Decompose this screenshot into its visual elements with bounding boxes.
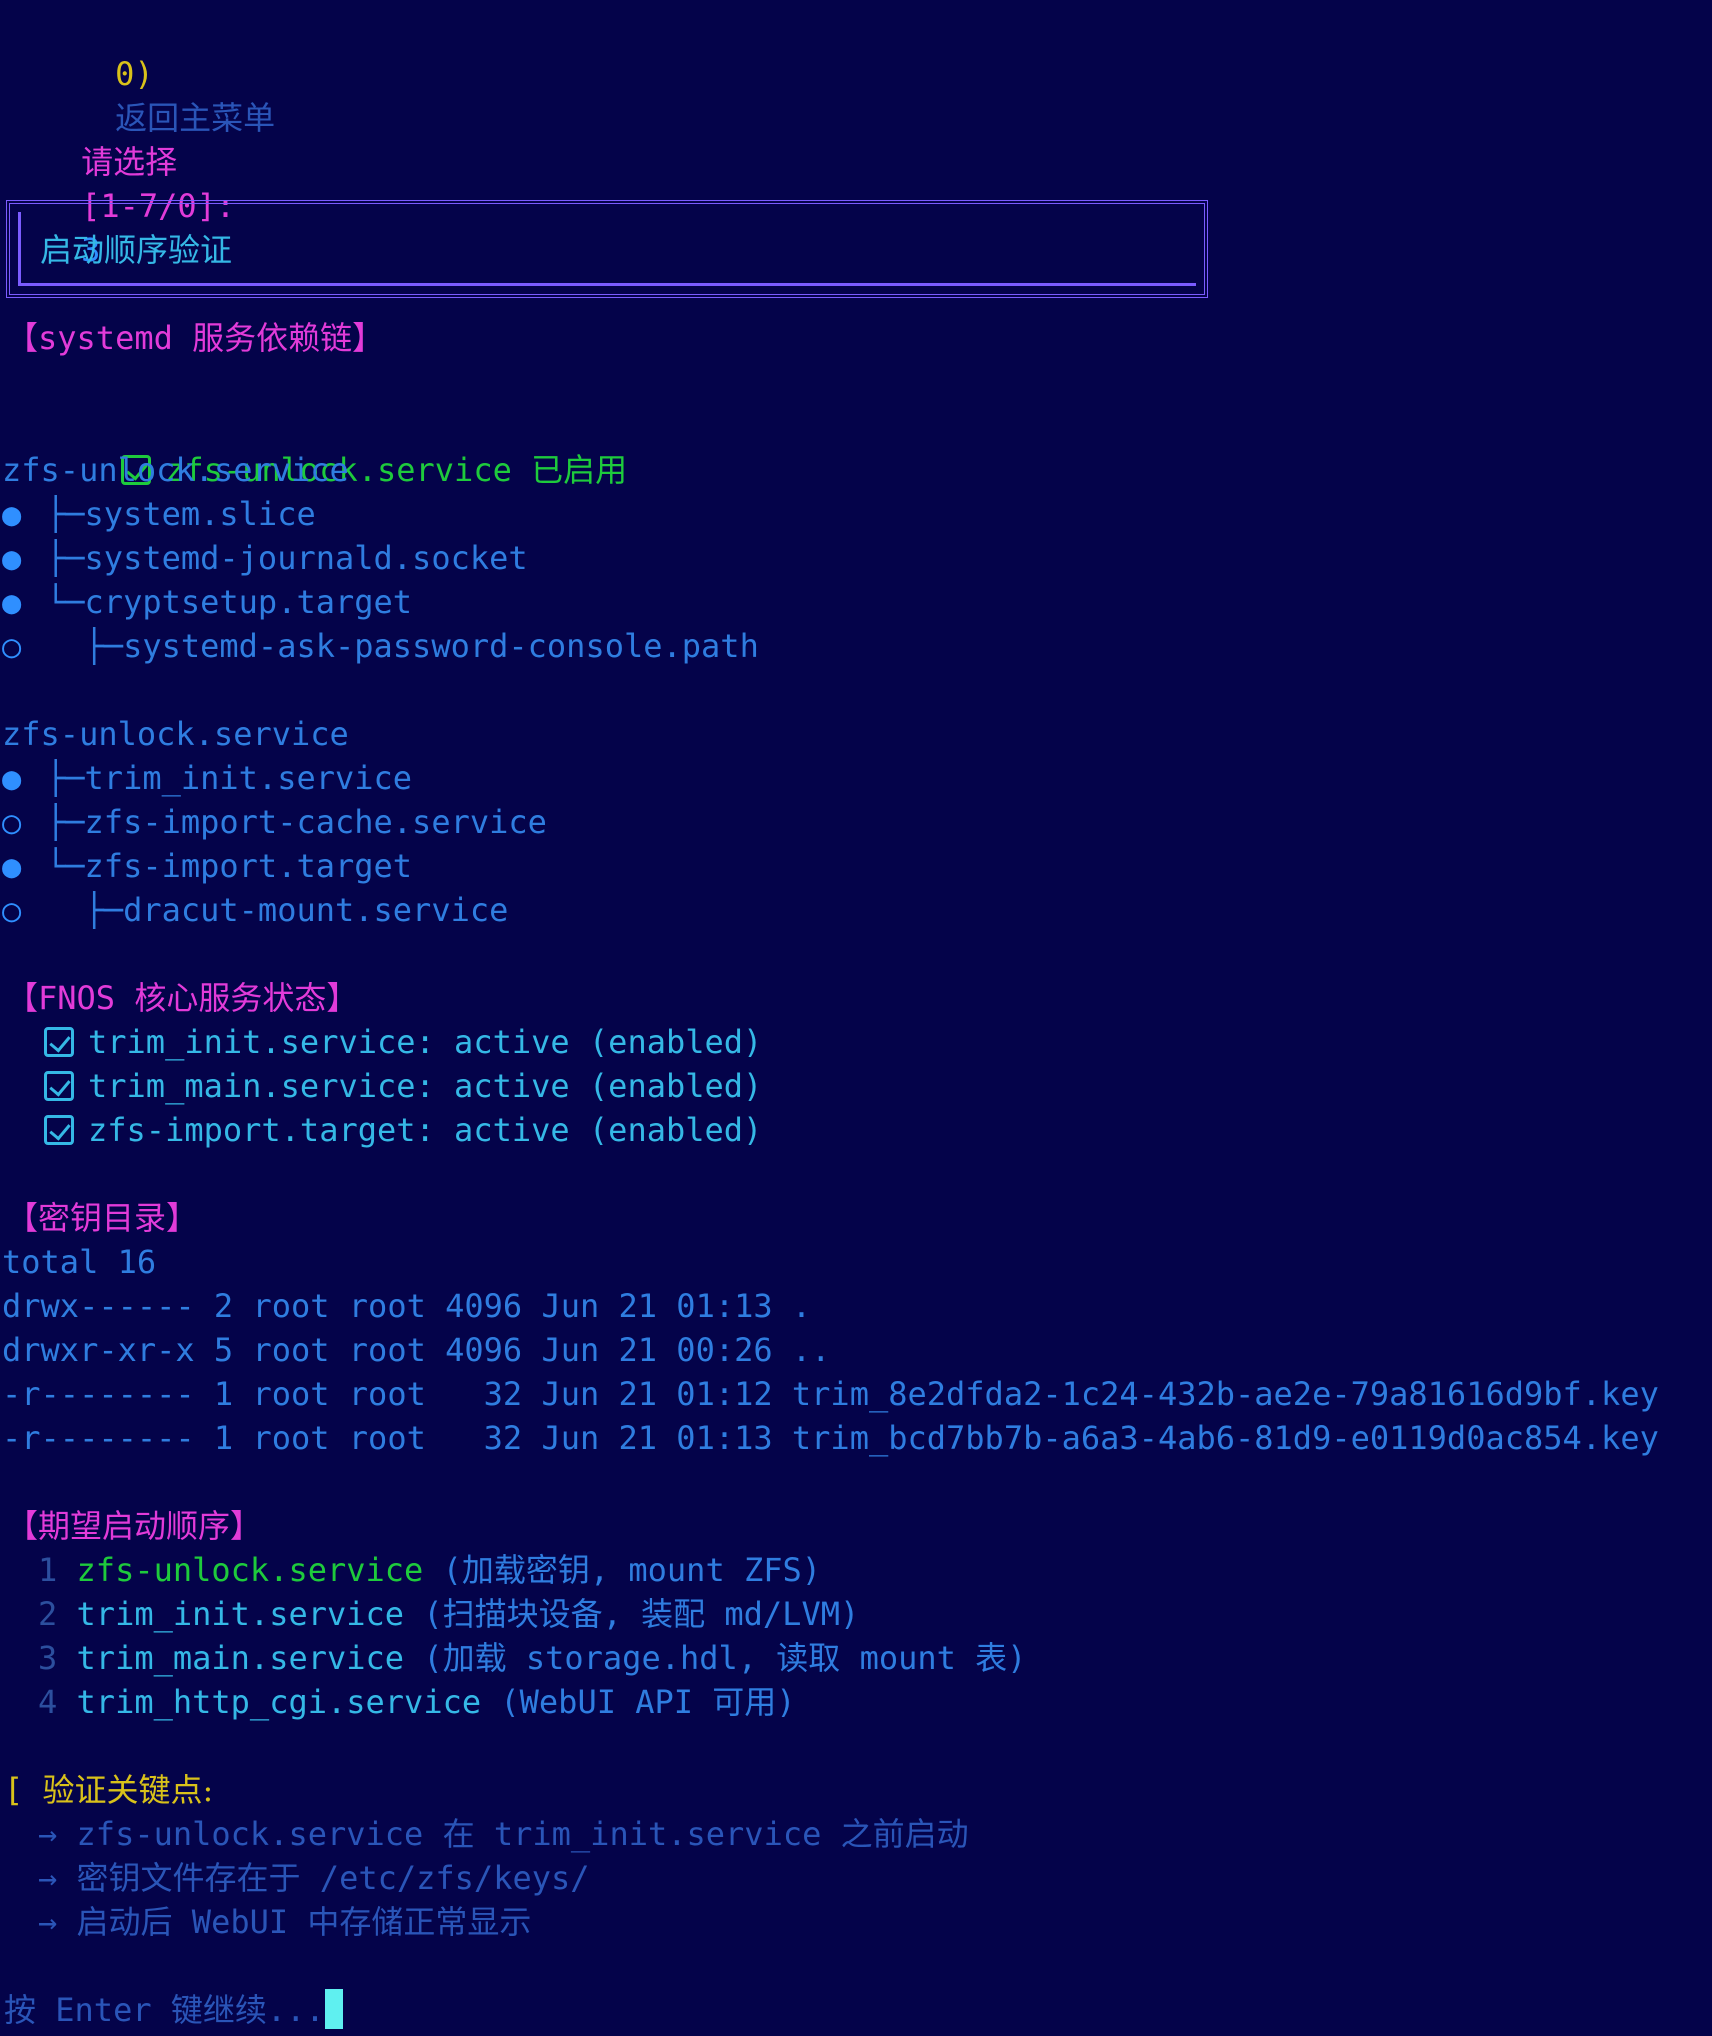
tree2-root: zfs-unlock.service [2,715,349,753]
menu-back-key: 0) [115,55,154,93]
deps-header: 【systemd 服务依赖链】 [6,319,385,357]
verify-item: → zfs-unlock.service 在 trim_init.service… [38,1815,969,1853]
text-cursor [324,1989,343,2029]
order-item: 4 trim_http_cgi.service (WebUI API 可用) [38,1683,796,1721]
tree1-root: zfs-unlock.service [2,451,349,489]
keys-total: total 16 [2,1243,157,1281]
menu-back-option: 0) 返回主菜单 [38,8,275,137]
keys-header: 【密钥目录】 [6,1199,199,1237]
tree-item: ○ ├─systemd-ask-password-console.path [2,627,759,665]
file-row: -r-------- 1 root root 32 Jun 21 01:13 t… [2,1419,1659,1457]
fnos-status-item: trim_main.service: active (enabled) [44,1064,762,1108]
checkbox-icon [44,1071,74,1101]
verify-item: → 密钥文件存在于 /etc/zfs/keys/ [38,1859,590,1897]
tree-item: ○ ├─zfs-import-cache.service [2,803,547,841]
enabled-line: zfs-unlock.service 已启用 [44,404,627,489]
tree-item: ○ ├─dracut-mount.service [2,891,509,929]
tree-item: ● └─zfs-import.target [2,847,413,885]
tree-item: ● ├─system.slice [2,495,316,533]
checkbox-icon [44,1027,74,1057]
enabled-status: 已启用 [531,451,628,489]
verify-header: [ 验证关键点: [4,1771,214,1809]
checkbox-icon [44,1115,74,1145]
tree-item: ● ├─systemd-journald.socket [2,539,528,577]
order-item: 2 trim_init.service (扫描块设备, 装配 md/LVM) [38,1595,860,1633]
order-item: 1 zfs-unlock.service (加载密钥, mount ZFS) [38,1551,822,1589]
file-row: drwxr-xr-x 5 root root 4096 Jun 21 00:26… [2,1331,831,1369]
selection-prompt: 请选择 [1-7/0]: 3 [4,96,235,269]
page-title: 启动顺序验证 [40,231,233,269]
fnos-header: 【FNOS 核心服务状态】 [6,979,359,1017]
order-header: 【期望启动顺序】 [6,1507,263,1545]
terminal-window[interactable]: 0) 返回主菜单 请选择 [1-7/0]: 3 启动顺序验证 【systemd … [0,0,1712,2036]
fnos-status-item: trim_init.service: active (enabled) [44,1020,762,1064]
fnos-status-item: zfs-import.target: active (enabled) [44,1108,762,1152]
tree-item: ● └─cryptsetup.target [2,583,413,621]
verify-item: → 启动后 WebUI 中存储正常显示 [38,1903,532,1941]
tree-item: ● ├─trim_init.service [2,759,413,797]
file-row: drwx------ 2 root root 4096 Jun 21 01:13… [2,1287,812,1325]
continue-prompt[interactable]: 按 Enter 键继续... [4,1988,343,2032]
file-row: -r-------- 1 root root 32 Jun 21 01:12 t… [2,1375,1659,1413]
prompt-label: 请选择 [81,143,178,181]
order-item: 3 trim_main.service (加载 storage.hdl, 读取 … [38,1639,1027,1677]
